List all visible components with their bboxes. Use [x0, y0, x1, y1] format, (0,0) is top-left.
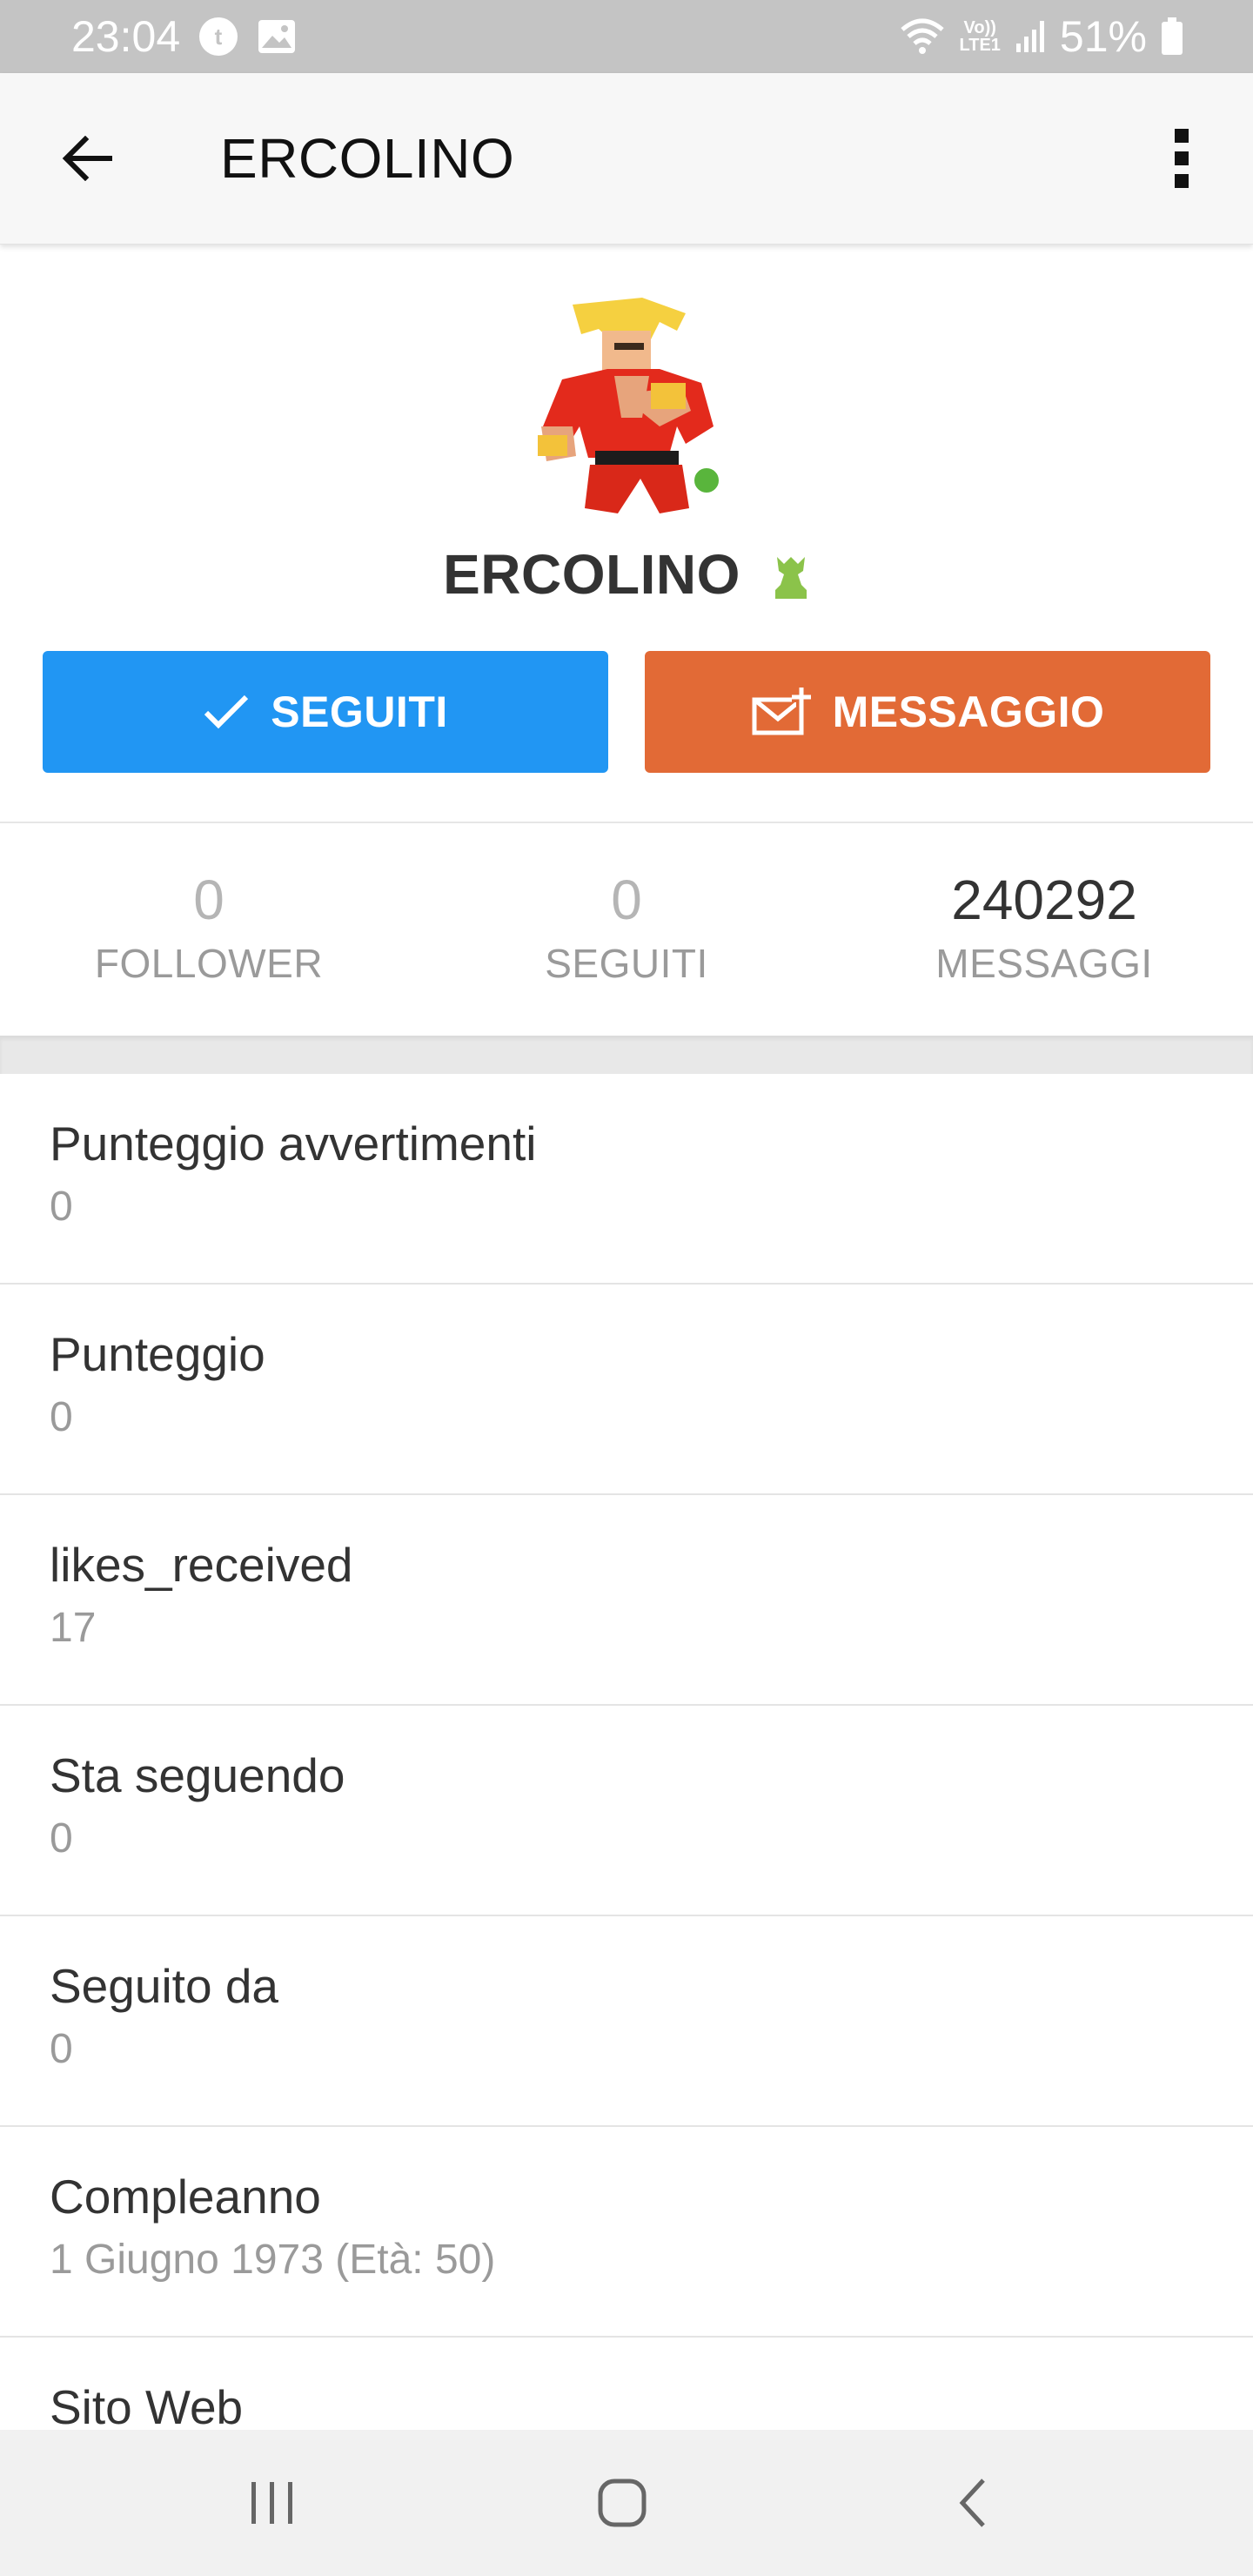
info-value: 17 — [50, 1605, 97, 1651]
info-item-website: Sito Web — [0, 2338, 1253, 2430]
info-item-points: Punteggio 0 — [0, 1285, 1253, 1495]
info-item-followed-by: Seguito da 0 — [0, 1916, 1253, 2127]
info-value: 1 Giugno 1973 (Età: 50) — [50, 2237, 496, 2283]
message-button-label: MESSAGGIO — [832, 688, 1105, 736]
stat-following[interactable]: 0 SEGUITI — [418, 823, 835, 1036]
system-navigation-bar — [0, 2430, 1253, 2576]
clock: 23:04 — [71, 12, 181, 61]
stat-label: SEGUITI — [545, 941, 708, 986]
page-title: ERCOLINO — [220, 127, 515, 190]
info-value: 0 — [50, 2026, 73, 2072]
battery-percent: 51% — [1059, 12, 1147, 61]
info-label: Compleanno — [50, 2170, 321, 2224]
info-label: Sta seguendo — [50, 1748, 345, 1802]
stat-label: FOLLOWER — [94, 941, 324, 986]
profile-stats: 0 FOLLOWER 0 SEGUITI 240292 MESSAGGI — [0, 823, 1253, 1036]
profile-name: ERCOLINO — [443, 543, 740, 606]
info-label: likes_received — [50, 1538, 353, 1592]
stat-label: MESSAGGI — [935, 941, 1153, 986]
compose-mail-icon — [752, 688, 811, 735]
overflow-menu-button[interactable] — [1143, 120, 1220, 197]
info-value: 0 — [50, 1815, 73, 1862]
tumblr-notification-icon: t — [198, 16, 239, 57]
system-back-button[interactable] — [929, 2459, 1016, 2546]
signal-icon — [1015, 19, 1046, 54]
info-label: Punteggio — [50, 1327, 265, 1381]
recent-apps-button[interactable] — [229, 2459, 316, 2546]
stat-value: 0 — [611, 869, 642, 931]
stat-messages[interactable]: 240292 MESSAGGI — [835, 823, 1253, 1036]
home-button[interactable] — [579, 2459, 666, 2546]
following-button[interactable]: SEGUITI — [43, 651, 608, 773]
info-item-following: Sta seguendo 0 — [0, 1706, 1253, 1916]
info-item-birthday: Compleanno 1 Giugno 1973 (Età: 50) — [0, 2127, 1253, 2338]
rank-badge-icon — [772, 555, 810, 600]
arrow-left-icon — [62, 136, 112, 181]
info-item-warning-points: Punteggio avvertimenti 0 — [0, 1074, 1253, 1285]
info-label: Seguito da — [50, 1959, 278, 2013]
info-item-likes-received: likes_received 17 — [0, 1495, 1253, 1706]
profile-name-row: ERCOLINO — [0, 540, 1253, 609]
battery-icon — [1161, 17, 1183, 56]
info-label: Punteggio avvertimenti — [50, 1117, 537, 1171]
check-icon — [204, 694, 249, 729]
more-vertical-icon — [1175, 129, 1189, 188]
wifi-icon — [899, 17, 946, 56]
home-icon — [598, 2479, 647, 2527]
recent-apps-icon — [251, 2482, 292, 2524]
online-status-indicator — [692, 466, 721, 495]
info-value: 0 — [50, 1184, 73, 1230]
network-type-icon: Vo)) LTE1 — [959, 18, 1001, 55]
message-button[interactable]: MESSAGGIO — [645, 651, 1210, 773]
chevron-left-icon — [959, 2479, 985, 2527]
app-bar: ERCOLINO — [0, 73, 1253, 245]
stat-value: 0 — [193, 869, 224, 931]
following-button-label: SEGUITI — [271, 688, 448, 736]
profile-info-list[interactable]: Punteggio avvertimenti 0 Punteggio 0 lik… — [0, 1074, 1253, 2430]
svg-text:t: t — [215, 23, 223, 50]
stat-followers[interactable]: 0 FOLLOWER — [0, 823, 418, 1036]
section-separator — [0, 1036, 1253, 1074]
info-value: 0 — [50, 1394, 73, 1440]
back-button[interactable] — [49, 120, 125, 197]
status-bar: 23:04 t Vo)) LTE1 51% — [0, 0, 1253, 73]
stat-value: 240292 — [951, 869, 1137, 931]
info-label: Sito Web — [50, 2380, 244, 2430]
image-notification-icon — [257, 18, 297, 55]
